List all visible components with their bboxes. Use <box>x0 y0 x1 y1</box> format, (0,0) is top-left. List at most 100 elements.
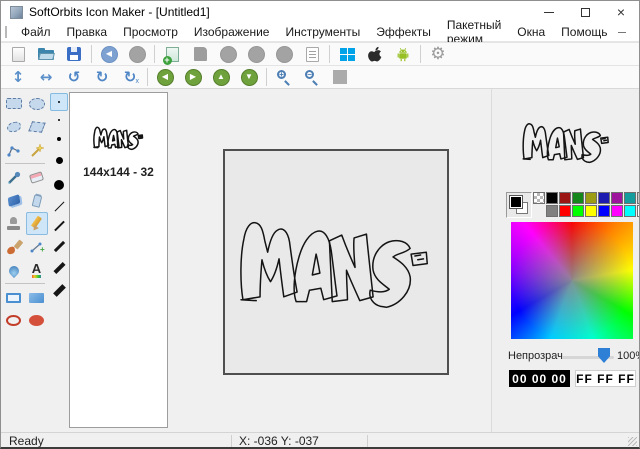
tool-rect-select[interactable] <box>3 92 25 115</box>
palette-swatch[interactable] <box>533 192 545 204</box>
brush-size-2[interactable] <box>57 137 61 141</box>
save-button[interactable] <box>63 44 85 64</box>
drawing-canvas[interactable] <box>223 149 449 375</box>
windows-format-button[interactable] <box>336 44 358 64</box>
zoom-out-button[interactable]: − <box>301 67 323 87</box>
menu-file[interactable]: Файл <box>13 23 59 41</box>
close-button[interactable]: × <box>603 1 639 23</box>
palette-swatch[interactable] <box>559 205 571 217</box>
tool-rect-outline[interactable] <box>3 286 25 309</box>
redo-button[interactable] <box>126 44 148 64</box>
mdi-minimize-button[interactable] <box>616 26 628 38</box>
rotate-cw-button[interactable]: ↻ <box>91 67 113 87</box>
new-button[interactable] <box>7 44 29 64</box>
background-hex-value[interactable]: FF FF FF <box>575 370 636 387</box>
tool-polygon-select[interactable] <box>26 115 48 138</box>
palette-swatch[interactable] <box>546 192 558 204</box>
brush-size-panel <box>49 89 69 432</box>
tool-magic-wand[interactable] <box>26 138 48 161</box>
menu-bar: Файл Правка Просмотр Изображение Инструм… <box>1 23 639 42</box>
tool-curve[interactable]: + <box>26 235 48 258</box>
palette-swatch[interactable] <box>585 192 597 204</box>
minimize-icon <box>544 12 554 13</box>
tool-eyedropper[interactable] <box>3 166 25 189</box>
tool-ellipse-outline[interactable] <box>3 309 25 332</box>
tool-pencil[interactable] <box>26 212 48 235</box>
tool-blur-drop[interactable] <box>3 258 25 281</box>
tool-text[interactable]: A <box>26 258 48 281</box>
tool-node[interactable] <box>3 138 25 161</box>
menu-tools[interactable]: Инструменты <box>277 23 368 41</box>
palette-swatch[interactable] <box>572 205 584 217</box>
resize-vertical-button[interactable]: ↕ <box>7 67 29 87</box>
menu-edit[interactable]: Правка <box>59 23 116 41</box>
android-format-button[interactable] <box>392 44 414 64</box>
menu-effects[interactable]: Эффекты <box>368 23 439 41</box>
color-gradient-picker[interactable] <box>511 222 633 339</box>
shift-right-button[interactable]: ▶ <box>182 67 204 87</box>
add-image-button[interactable] <box>161 44 183 64</box>
resize-horizontal-button[interactable]: ↔ <box>35 67 57 87</box>
palette-swatch[interactable] <box>598 192 610 204</box>
foreground-color-swatch[interactable] <box>510 196 522 208</box>
palette-swatch[interactable] <box>585 205 597 217</box>
palette-swatch[interactable] <box>611 192 623 204</box>
open-folder-icon <box>38 48 54 60</box>
foreground-hex-value[interactable]: 00 00 00 <box>509 370 570 387</box>
brush-size-selected[interactable] <box>50 93 68 111</box>
actual-size-button[interactable] <box>329 67 351 87</box>
disabled-button-2 <box>245 44 267 64</box>
shift-up-button[interactable]: ▲ <box>210 67 232 87</box>
remove-image-icon <box>194 47 207 61</box>
tool-stamp[interactable] <box>3 212 25 235</box>
maximize-button[interactable] <box>567 1 603 23</box>
rotate-ccw-button[interactable]: ↺ <box>63 67 85 87</box>
tool-ellipse-filled[interactable] <box>26 309 48 332</box>
title-bar[interactable]: SoftOrbits Icon Maker - [Untitled1] × <box>1 1 639 23</box>
tool-lasso-select[interactable] <box>3 115 25 138</box>
open-button[interactable] <box>35 44 57 64</box>
tool-ellipse-select[interactable] <box>26 92 48 115</box>
menu-view[interactable]: Просмотр <box>115 23 186 41</box>
palette-swatch[interactable] <box>624 192 636 204</box>
icon-list-item[interactable]: 144x144 - 32 <box>70 121 167 179</box>
resize-grip-icon[interactable] <box>628 437 637 446</box>
apple-format-button[interactable] <box>364 44 386 64</box>
tool-eraser[interactable] <box>26 166 48 189</box>
mdi-document-icon[interactable] <box>5 26 7 38</box>
palette-swatch[interactable] <box>559 192 571 204</box>
tool-spray[interactable] <box>26 189 48 212</box>
minimize-button[interactable] <box>531 1 567 23</box>
line-width-1[interactable] <box>54 202 64 212</box>
opacity-slider-handle[interactable] <box>598 348 610 363</box>
brush-size-4[interactable] <box>54 180 64 190</box>
brush-size-3[interactable] <box>56 157 63 164</box>
menu-image[interactable]: Изображение <box>186 23 278 41</box>
palette-swatch[interactable] <box>624 205 636 217</box>
rotate-x-button[interactable]: ↻ <box>119 67 141 87</box>
shift-left-button[interactable]: ◀ <box>154 67 176 87</box>
icon-list-panel: 144x144 - 32 <box>69 92 168 428</box>
line-width-4[interactable] <box>53 262 65 274</box>
settings-button[interactable]: ⚙ <box>427 44 449 64</box>
line-width-5[interactable] <box>53 284 66 297</box>
tool-rect-filled[interactable] <box>26 286 48 309</box>
shift-down-button[interactable]: ▼ <box>238 67 260 87</box>
tool-brush[interactable] <box>3 235 25 258</box>
undo-button[interactable]: ◀ <box>98 44 120 64</box>
line-width-2[interactable] <box>54 221 65 232</box>
palette-swatch[interactable] <box>546 205 558 217</box>
brush-size-1[interactable] <box>58 119 60 121</box>
palette-swatch[interactable] <box>598 205 610 217</box>
remove-image-button[interactable] <box>189 44 211 64</box>
palette-swatch[interactable] <box>572 192 584 204</box>
image-list-button[interactable] <box>301 44 323 64</box>
line-width-3[interactable] <box>53 241 64 252</box>
zoom-in-button[interactable]: + <box>273 67 295 87</box>
palette-swatch[interactable] <box>611 205 623 217</box>
menu-help[interactable]: Помощь <box>553 23 615 41</box>
resize-horizontal-icon: ↔ <box>40 70 53 85</box>
menu-windows[interactable]: Окна <box>509 23 553 41</box>
tool-fill[interactable] <box>3 189 25 212</box>
fg-bg-color-selector[interactable] <box>506 192 532 218</box>
